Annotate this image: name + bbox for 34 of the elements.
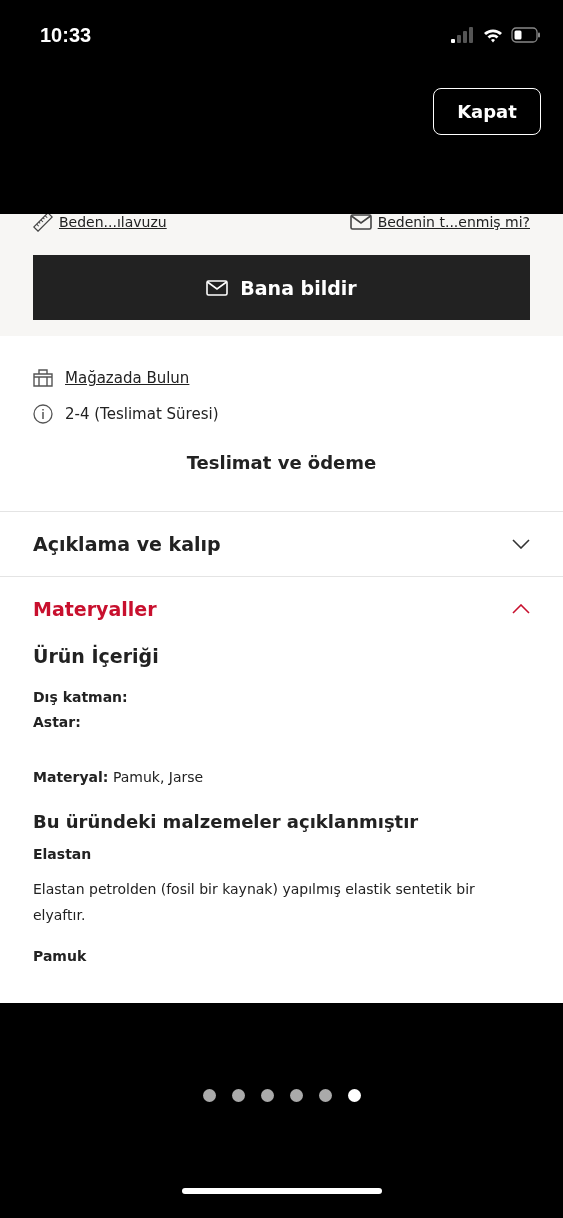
battery-icon	[511, 27, 541, 43]
section-heading: Bu üründeki malzemeler açıklanmıştır	[33, 811, 420, 832]
link[interactable]: Bedenin t...enmiş mi?	[377, 214, 530, 230]
material-label: Dış katman:	[33, 688, 129, 707]
accordion-header[interactable]: Açıklama ve kalıp	[0, 511, 563, 576]
material-name: Elastan	[33, 846, 93, 862]
store-link[interactable]: Mağazada Bulun	[65, 369, 190, 387]
signal-icon	[451, 27, 475, 43]
wifi-icon	[483, 27, 503, 43]
status-time: 10:33	[40, 23, 92, 47]
page-dot[interactable]	[318, 1089, 332, 1102]
chevron-icon	[512, 604, 530, 614]
page-dot[interactable]	[260, 1089, 274, 1102]
material-label: Astar:	[33, 713, 82, 732]
chevron-icon	[512, 539, 530, 549]
delivery-payment-link[interactable]: Teslimat ve ödeme	[186, 452, 377, 473]
mail-icon	[349, 214, 372, 230]
material-text: Materyal: Pamuk, Jarse	[33, 769, 205, 785]
ruler-icon	[33, 214, 53, 232]
mail-icon	[206, 279, 229, 296]
notify-button[interactable]: Bana bildir	[33, 255, 530, 320]
delivery-time: 2-4 (Teslimat Süresi)	[65, 405, 219, 423]
section-heading: Ürün İçeriği	[33, 645, 160, 667]
info-icon	[33, 404, 53, 424]
page-dot[interactable]	[347, 1089, 361, 1102]
link[interactable]: Beden...ılavuzu	[59, 214, 167, 230]
store-icon	[33, 369, 53, 387]
material-name: Pamuk	[33, 948, 88, 964]
page-dot[interactable]	[231, 1089, 245, 1102]
close-button[interactable]: Kapat	[433, 88, 541, 135]
page-dot[interactable]	[202, 1089, 216, 1102]
page-dot[interactable]	[289, 1089, 303, 1102]
accordion-header[interactable]: Materyaller	[0, 576, 563, 641]
material-description: Elastan petrolden (fosil bir kaynak) yapılmış elastik sentetik bir elyaftır.	[33, 880, 476, 925]
